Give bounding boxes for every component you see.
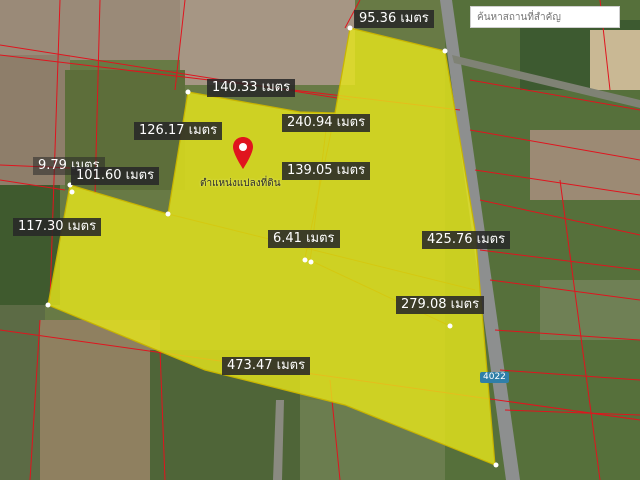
measurement-label: 140.33 เมตร — [207, 79, 296, 97]
measurement-label: 279.08 เมตร — [396, 296, 485, 314]
measurement-label: 117.30 เมตร — [13, 218, 102, 236]
field-patch — [590, 30, 640, 90]
measurement-label: 126.17 เมตร — [134, 122, 223, 140]
field-patch — [530, 130, 640, 200]
search-input[interactable] — [470, 6, 620, 28]
measurement-label: 425.76 เมตร — [422, 231, 511, 249]
measurement-label: 101.60 เมตร — [71, 167, 160, 185]
field-patch — [180, 0, 355, 85]
measurement-label: 6.41 เมตร — [268, 230, 340, 248]
parcel-place-name: ตำแหน่งแปลงที่ดิน — [200, 178, 281, 189]
measurement-label: 95.36 เมตร — [354, 10, 434, 28]
measurement-label: 473.47 เมตร — [222, 357, 311, 375]
measurement-label: 240.94 เมตร — [282, 114, 371, 132]
location-pin-icon[interactable] — [232, 136, 254, 170]
road-number-badge: 4022 — [480, 372, 509, 383]
measurement-label: 139.05 เมตร — [282, 162, 371, 180]
